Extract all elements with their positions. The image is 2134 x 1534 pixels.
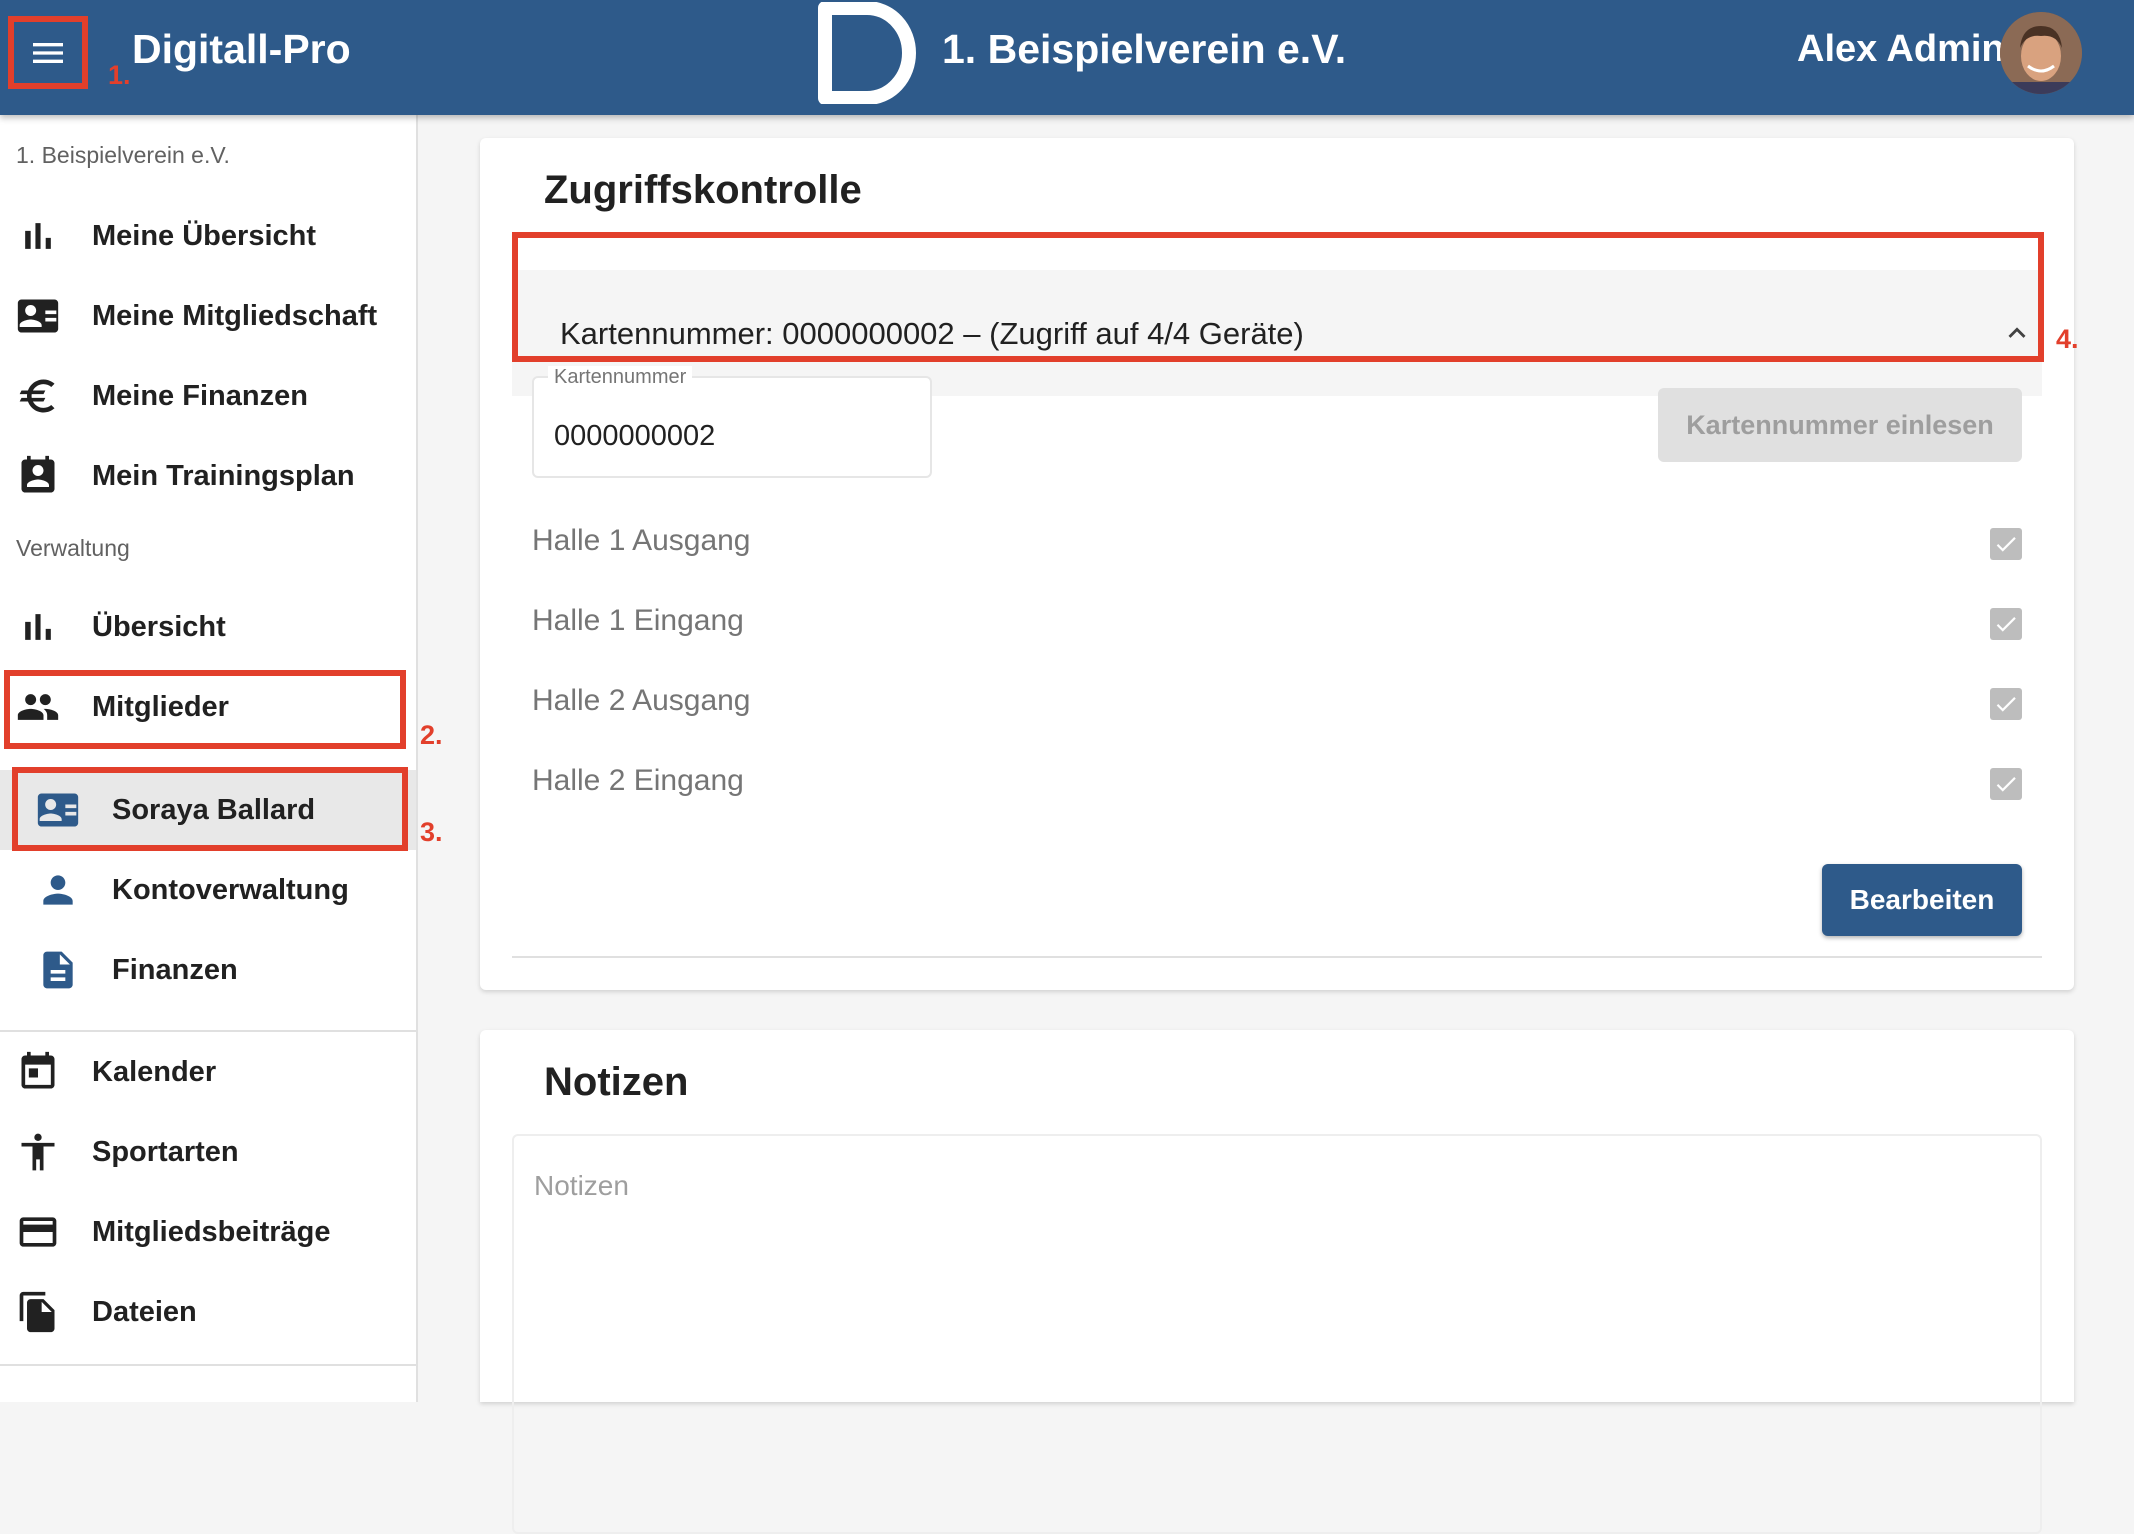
hamburger-icon xyxy=(33,42,63,63)
sidebar-item-meine-uebersicht[interactable]: Meine Übersicht xyxy=(0,196,416,276)
sidebar-item-mitgliedsbeitraege[interactable]: Mitgliedsbeiträge xyxy=(0,1192,416,1272)
notes-textarea[interactable]: Notizen xyxy=(512,1134,2042,1534)
sidebar-item-kalender[interactable]: Kalender xyxy=(0,1032,416,1112)
sidebar-item-label: Meine Finanzen xyxy=(92,379,308,412)
device-label: Halle 1 Ausgang xyxy=(532,524,751,557)
id-card-icon xyxy=(16,294,60,338)
sidebar-item-meine-mitgliedschaft[interactable]: Meine Mitgliedschaft xyxy=(0,276,416,356)
sidebar-item-soraya-ballard[interactable]: Soraya Ballard xyxy=(0,770,416,850)
sidebar-item-label: Sportarten xyxy=(92,1135,239,1168)
sidebar-item-label: Kontoverwaltung xyxy=(112,873,349,906)
sidebar-item-mitglieder[interactable]: Mitglieder xyxy=(0,667,416,747)
menu-button[interactable] xyxy=(8,16,88,89)
top-app-bar: 1. Digitall-Pro 1. Beispielverein e.V. A… xyxy=(0,0,2134,115)
read-card-button[interactable]: Kartennummer einlesen xyxy=(1658,388,2022,462)
device-checkbox[interactable] xyxy=(1990,688,2022,720)
sidebar-item-meine-finanzen[interactable]: Meine Finanzen xyxy=(0,356,416,436)
sidebar-item-label: Kalender xyxy=(92,1055,217,1088)
sidebar-item-kontoverwaltung[interactable]: Kontoverwaltung xyxy=(0,850,416,930)
access-control-title: Zugriffskontrolle xyxy=(544,168,862,212)
panel-header-text: Kartennummer: 0000000002 – (Zugriff auf … xyxy=(560,316,1304,351)
card-divider xyxy=(512,956,2042,958)
bar-chart-icon xyxy=(16,214,60,258)
sidebar-item-label: Finanzen xyxy=(112,953,238,986)
calendar-person-icon xyxy=(16,454,60,498)
sidebar-item-sportarten[interactable]: Sportarten xyxy=(0,1112,416,1192)
device-label: Halle 1 Eingang xyxy=(532,604,744,637)
card-number-value: 0000000002 xyxy=(554,420,716,452)
device-row-halle-1-ausgang: Halle 1 Ausgang xyxy=(532,514,2022,574)
sidebar-item-finanzen[interactable]: Finanzen xyxy=(0,930,416,1010)
edit-button[interactable]: Bearbeiten xyxy=(1822,864,2022,936)
notes-title: Notizen xyxy=(544,1060,689,1104)
chevron-up-icon[interactable] xyxy=(2000,316,2034,350)
device-label: Halle 2 Eingang xyxy=(532,764,744,797)
card-number-field[interactable]: Kartennummer 0000000002 xyxy=(532,366,932,478)
device-checkbox[interactable] xyxy=(1990,528,2022,560)
credit-card-icon xyxy=(16,1210,60,1254)
device-row-halle-1-eingang: Halle 1 Eingang xyxy=(532,594,2022,654)
sidebar-item-label: Meine Übersicht xyxy=(92,219,316,252)
sidebar-item-label: Übersicht xyxy=(92,610,226,643)
sidebar-divider xyxy=(0,1364,416,1366)
club-logo xyxy=(818,2,916,104)
sidebar-item-label: Mitglieder xyxy=(92,690,229,723)
user-photo xyxy=(2000,12,2082,94)
euro-icon xyxy=(16,374,60,418)
device-checkbox[interactable] xyxy=(1990,768,2022,800)
annotation-4: 4. xyxy=(2056,324,2079,354)
notes-card: Notizen Notizen xyxy=(480,1030,2074,1534)
avatar[interactable] xyxy=(2000,12,2082,94)
sidebar-item-label: Mitgliedsbeiträge xyxy=(92,1215,331,1248)
annotation-1: 1. xyxy=(108,60,131,90)
check-icon xyxy=(1996,537,2016,552)
sidebar-item-label: Meine Mitgliedschaft xyxy=(92,299,378,332)
card-number-label: Kartennummer xyxy=(548,366,693,389)
people-icon xyxy=(16,685,60,729)
sidebar-item-dateien[interactable]: Dateien xyxy=(0,1272,416,1352)
sidebar-item-label: Dateien xyxy=(92,1295,197,1328)
check-icon xyxy=(1996,617,2016,632)
check-icon xyxy=(1996,777,2016,792)
id-card-icon xyxy=(36,788,80,832)
access-control-card: Zugriffskontrolle Kartennummer: 00000000… xyxy=(480,138,2079,990)
device-checkbox[interactable] xyxy=(1990,608,2022,640)
app-title: Digitall-Pro xyxy=(132,26,351,72)
sports-icon xyxy=(16,1130,60,1174)
club-title: 1. Beispielverein e.V. xyxy=(942,26,1347,72)
annotation-3: 3. xyxy=(420,817,443,847)
sidebar: 1. Beispielverein e.V. Meine Übersicht M… xyxy=(0,115,418,1402)
sidebar-item-label: Mein Trainingsplan xyxy=(92,459,355,492)
device-row-halle-2-eingang: Halle 2 Eingang xyxy=(532,754,2022,814)
person-icon xyxy=(36,868,80,912)
sidebar-item-label: Soraya Ballard xyxy=(112,793,316,826)
notes-placeholder: Notizen xyxy=(534,1170,629,1201)
document-icon xyxy=(36,948,80,992)
check-icon xyxy=(1996,697,2016,712)
sidebar-item-mein-trainingsplan[interactable]: Mein Trainingsplan xyxy=(0,436,416,516)
files-icon xyxy=(16,1290,60,1334)
annotation-2: 2. xyxy=(420,720,443,750)
calendar-icon xyxy=(16,1050,60,1094)
sidebar-admin-header: Verwaltung xyxy=(16,535,130,561)
sidebar-item-uebersicht[interactable]: Übersicht xyxy=(0,587,416,667)
sidebar-club-header: 1. Beispielverein e.V. xyxy=(16,142,230,168)
device-row-halle-2-ausgang: Halle 2 Ausgang xyxy=(532,674,2022,734)
bar-chart-icon xyxy=(16,605,60,649)
user-name[interactable]: Alex Admin xyxy=(1797,28,2005,71)
device-label: Halle 2 Ausgang xyxy=(532,684,751,717)
